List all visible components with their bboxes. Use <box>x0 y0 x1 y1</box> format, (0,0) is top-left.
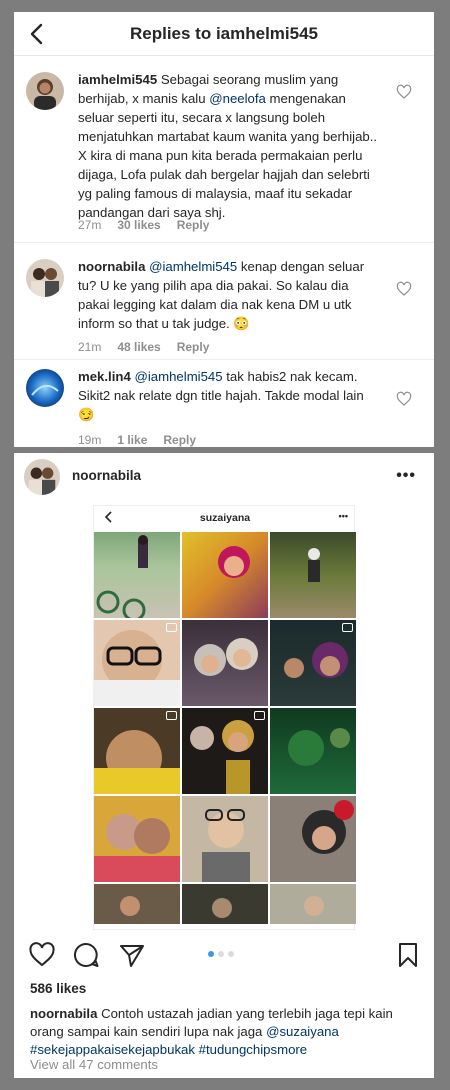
comment-likes[interactable]: 48 likes <box>117 340 160 354</box>
heart-icon[interactable] <box>396 84 412 100</box>
post-caption: noornabila Contoh ustazah jadian yang te… <box>30 1006 393 1057</box>
bookmark-icon[interactable] <box>394 941 422 969</box>
comment-meta: 21m 48 likes Reply <box>78 340 209 354</box>
chevron-left-icon[interactable] <box>24 20 52 48</box>
page-title: Replies to iamhelmi545 <box>129 23 319 43</box>
comment-text: mek.lin4 @iamhelmi545 tak habis2 nak kec… <box>78 369 364 422</box>
comment-time: 21m <box>78 340 102 354</box>
carousel-dot <box>208 951 214 957</box>
comment-likes[interactable]: 1 like <box>117 433 147 447</box>
comment-text: noornabila @iamhelmi545 kenap dengan sel… <box>78 259 365 331</box>
heart-icon[interactable] <box>396 391 412 407</box>
grid-photo <box>270 796 356 882</box>
heart-icon[interactable] <box>28 941 56 969</box>
mention-link[interactable]: @iamhelmi545 <box>134 369 222 384</box>
carousel-dot <box>228 951 234 957</box>
grid-photo <box>182 708 268 794</box>
paper-plane-icon[interactable] <box>118 941 146 969</box>
replies-panel: Replies to iamhelmi545 iamhelmi545 Sebag… <box>14 12 434 447</box>
comment-item: mek.lin4 @iamhelmi545 tak habis2 nak kec… <box>14 367 434 447</box>
avatar[interactable] <box>24 459 60 495</box>
mention-link[interactable]: @iamhelmi545 <box>149 259 237 274</box>
avatar[interactable] <box>26 369 64 407</box>
grid-photo <box>270 532 356 618</box>
post-likes[interactable]: 586 likes <box>30 981 86 996</box>
avatar[interactable] <box>26 259 64 297</box>
mention-link[interactable]: @neelofa <box>209 91 266 106</box>
grid-photo <box>182 620 268 706</box>
comment-text: iamhelmi545 Sebagai seorang muslim yang … <box>78 72 378 220</box>
grid-photo <box>94 708 180 794</box>
replies-header: Replies to iamhelmi545 <box>14 12 434 56</box>
grid-photo <box>94 796 180 882</box>
caption-username[interactable]: noornabila <box>30 1006 97 1021</box>
carousel-dot <box>218 951 224 957</box>
grid-photo <box>270 884 356 924</box>
comment-likes[interactable]: 30 likes <box>117 218 160 232</box>
hashtags[interactable]: #sekejappakaisekejapbukak #tudungchipsmo… <box>30 1042 307 1057</box>
grid-photo <box>94 884 180 924</box>
more-dots-icon[interactable]: ••• <box>396 467 416 485</box>
post-panel: noornabila ••• suzaiyana ••• 586 likes n… <box>14 453 434 1078</box>
chevron-left-icon <box>104 511 112 523</box>
divider <box>14 242 434 243</box>
grid-photo <box>270 708 356 794</box>
grid-photo <box>182 796 268 882</box>
heart-icon[interactable] <box>396 281 412 297</box>
comment-time: 19m <box>78 433 102 447</box>
more-dots-icon: ••• <box>338 511 348 521</box>
comment-username[interactable]: mek.lin4 <box>78 369 131 384</box>
photo-grid <box>94 532 356 970</box>
divider <box>14 359 434 360</box>
comment-bubble-icon[interactable] <box>72 941 100 969</box>
view-all-comments-link[interactable]: View all 47 comments <box>30 1057 158 1072</box>
comment-item: noornabila @iamhelmi545 kenap dengan sel… <box>14 257 434 357</box>
reply-button[interactable]: Reply <box>177 218 210 232</box>
embedded-title: suzaiyana <box>199 512 251 524</box>
grid-photo <box>94 532 180 618</box>
grid-photo <box>182 532 268 618</box>
comment-meta: 27m 30 likes Reply <box>78 218 209 232</box>
avatar[interactable] <box>26 72 64 110</box>
embedded-header: suzaiyana ••• <box>94 506 356 530</box>
comment-meta: 19m 1 like Reply <box>78 433 196 447</box>
carousel-indicator <box>208 951 234 957</box>
comment-item: iamhelmi545 Sebagai seorang muslim yang … <box>14 70 434 250</box>
comment-username[interactable]: noornabila <box>78 259 145 274</box>
reply-button[interactable]: Reply <box>163 433 196 447</box>
post-username[interactable]: noornabila <box>72 468 141 483</box>
grid-photo <box>270 620 356 706</box>
post-image[interactable]: suzaiyana ••• <box>93 505 356 930</box>
reply-button[interactable]: Reply <box>177 340 210 354</box>
comment-username[interactable]: iamhelmi545 <box>78 72 157 87</box>
comment-time: 27m <box>78 218 102 232</box>
post-header: noornabila ••• <box>14 453 434 499</box>
mention-link[interactable]: @suzaiyana <box>266 1024 339 1039</box>
grid-photo <box>182 884 268 924</box>
grid-photo <box>94 620 180 706</box>
